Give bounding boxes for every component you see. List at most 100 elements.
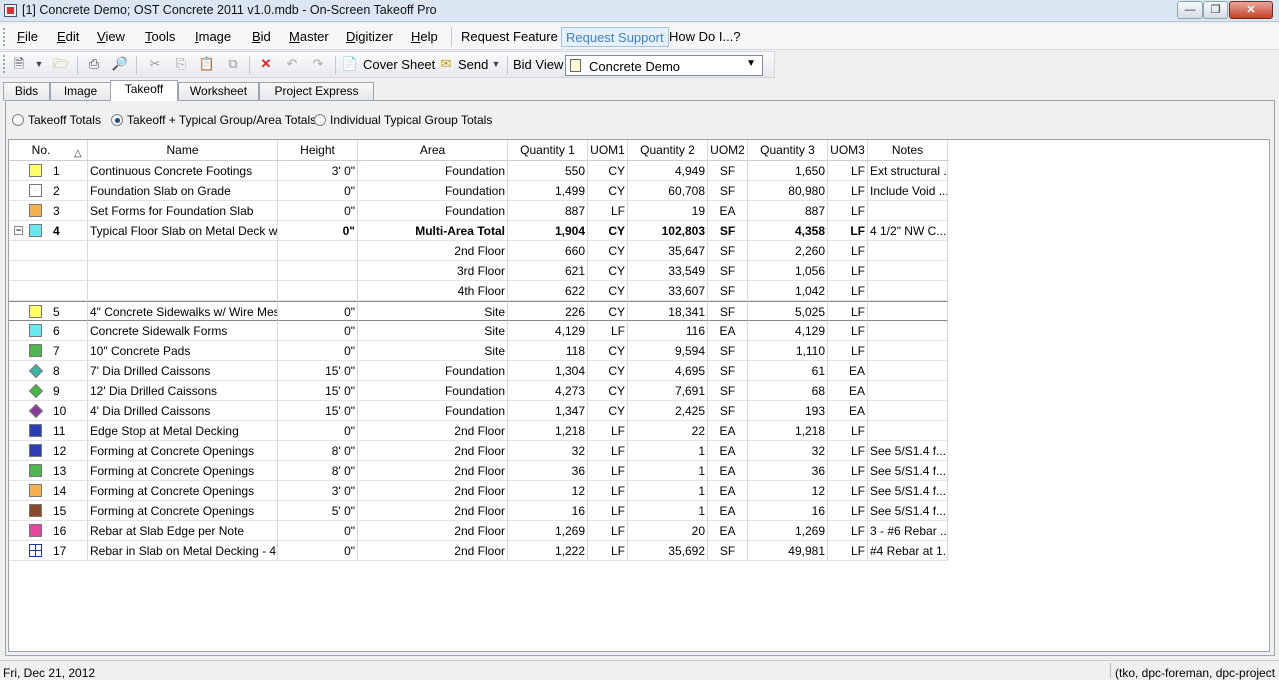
cell-height[interactable]: 0"	[278, 341, 358, 361]
cell-name[interactable]: Forming at Concrete Openings	[88, 461, 278, 481]
cell-area[interactable]: Foundation	[358, 201, 508, 221]
table-row[interactable]: 6 Concrete Sidewalk Forms 0" Site 4,129 LF 116…	[9, 321, 949, 341]
cell-q1[interactable]: 1,218	[508, 421, 588, 441]
cell-name[interactable]: Continuous Concrete Footings	[88, 161, 278, 181]
cell-u1[interactable]: CY	[588, 381, 628, 401]
menu-master[interactable]: Master	[289, 29, 329, 44]
cell-q3[interactable]: 5,025	[748, 301, 828, 321]
cell-u3[interactable]: LF	[828, 481, 868, 501]
cell-q3[interactable]: 12	[748, 481, 828, 501]
cell-q3[interactable]: 4,129	[748, 321, 828, 341]
menu-grip[interactable]	[3, 28, 6, 46]
cell-q2[interactable]: 1	[628, 441, 708, 461]
cell-name[interactable]	[88, 241, 278, 261]
cell-notes[interactable]: See 5/S1.4 f...	[868, 481, 948, 501]
cell-name[interactable]: Edge Stop at Metal Decking	[88, 421, 278, 441]
table-row[interactable]: 15 Forming at Concrete Openings 5' 0" 2nd F…	[9, 501, 949, 521]
cell-no[interactable]: 15	[9, 501, 88, 521]
cell-q2[interactable]: 116	[628, 321, 708, 341]
menu-bid[interactable]: Bid	[252, 29, 271, 44]
cell-no[interactable]: −4	[9, 221, 88, 241]
cell-u2[interactable]: SF	[708, 221, 748, 241]
cell-u1[interactable]: LF	[588, 541, 628, 561]
maximize-button[interactable]: ❐	[1203, 1, 1228, 19]
cell-q1[interactable]: 1,347	[508, 401, 588, 421]
cell-notes[interactable]: #4 Rebar at 1...	[868, 541, 948, 561]
table-row[interactable]: 11 Edge Stop at Metal Decking 0" 2nd Floor 1…	[9, 421, 949, 441]
cell-no[interactable]: 1	[9, 161, 88, 181]
cell-height[interactable]: 0"	[278, 181, 358, 201]
cell-u1[interactable]: LF	[588, 501, 628, 521]
cell-height[interactable]: 15' 0"	[278, 381, 358, 401]
cell-q1[interactable]: 32	[508, 441, 588, 461]
cell-u3[interactable]: LF	[828, 201, 868, 221]
cell-area[interactable]: Foundation	[358, 361, 508, 381]
cell-q2[interactable]: 19	[628, 201, 708, 221]
cell-q2[interactable]: 22	[628, 421, 708, 441]
cell-q3[interactable]: 1,650	[748, 161, 828, 181]
cell-no[interactable]: 9	[9, 381, 88, 401]
cell-u3[interactable]: EA	[828, 361, 868, 381]
cell-height[interactable]: 3' 0"	[278, 481, 358, 501]
cell-notes[interactable]: 3 - #6 Rebar ...	[868, 521, 948, 541]
cell-height[interactable]: 5' 0"	[278, 501, 358, 521]
cell-height[interactable]: 0"	[278, 321, 358, 341]
tab-bids[interactable]: Bids	[3, 82, 50, 101]
cell-u3[interactable]: LF	[828, 181, 868, 201]
cell-no[interactable]: 14	[9, 481, 88, 501]
cell-name[interactable]: 10" Concrete Pads	[88, 341, 278, 361]
close-button[interactable]: ✕	[1229, 1, 1273, 19]
cell-notes[interactable]: See 5/S1.4 f...	[868, 441, 948, 461]
cell-q2[interactable]: 4,949	[628, 161, 708, 181]
cell-area[interactable]: 2nd Floor	[358, 481, 508, 501]
cell-u2[interactable]: EA	[708, 441, 748, 461]
table-row[interactable]: −4 Typical Floor Slab on Metal Deck w/...…	[9, 221, 949, 241]
new-bid-icon[interactable]: 🗎	[10, 55, 28, 73]
tab-project-express[interactable]: Project Express	[259, 82, 374, 101]
cell-area[interactable]: Foundation	[358, 181, 508, 201]
cell-u1[interactable]: LF	[588, 321, 628, 341]
cell-u3[interactable]: LF	[828, 161, 868, 181]
cell-q1[interactable]: 622	[508, 281, 588, 301]
delete-icon[interactable]: ✕	[257, 55, 275, 73]
cell-q3[interactable]: 49,981	[748, 541, 828, 561]
cell-notes[interactable]	[868, 261, 948, 281]
table-row[interactable]: 10 4' Dia Drilled Caissons 15' 0" Foundatio…	[9, 401, 949, 421]
cell-notes[interactable]	[868, 381, 948, 401]
table-subrow[interactable]: 2nd Floor 660 CY 35,647 SF 2,260 LF	[9, 241, 949, 261]
cell-q3[interactable]: 193	[748, 401, 828, 421]
table-row[interactable]: 1 Continuous Concrete Footings 3' 0" Founda…	[9, 161, 949, 181]
cell-u3[interactable]: LF	[828, 421, 868, 441]
cell-area[interactable]: 2nd Floor	[358, 501, 508, 521]
cell-u3[interactable]: LF	[828, 261, 868, 281]
cell-height[interactable]: 8' 0"	[278, 461, 358, 481]
cell-no[interactable]: 17	[9, 541, 88, 561]
cell-u2[interactable]: SF	[708, 401, 748, 421]
cell-u3[interactable]: LF	[828, 501, 868, 521]
cell-name[interactable]	[88, 281, 278, 301]
cell-q2[interactable]: 1	[628, 461, 708, 481]
cell-area[interactable]: Site	[358, 301, 508, 321]
cell-u1[interactable]: CY	[588, 361, 628, 381]
cell-u1[interactable]: LF	[588, 421, 628, 441]
cell-u1[interactable]: LF	[588, 441, 628, 461]
col-notes[interactable]: Notes	[868, 140, 948, 160]
print-preview-icon[interactable]: 🔎	[111, 55, 129, 73]
cell-no[interactable]: 16	[9, 521, 88, 541]
cell-u1[interactable]: CY	[588, 221, 628, 241]
cell-u3[interactable]: LF	[828, 441, 868, 461]
cell-area[interactable]: Foundation	[358, 401, 508, 421]
cell-name[interactable]: Typical Floor Slab on Metal Deck w/...	[88, 221, 278, 241]
request-feature-link[interactable]: Request Feature	[457, 27, 562, 47]
cell-height[interactable]	[278, 241, 358, 261]
cell-height[interactable]: 0"	[278, 541, 358, 561]
cell-q1[interactable]: 36	[508, 461, 588, 481]
table-row[interactable]: 5 4" Concrete Sidewalks w/ Wire Mesh 0" Sit…	[9, 301, 949, 321]
cell-q2[interactable]: 18,341	[628, 301, 708, 321]
tab-worksheet[interactable]: Worksheet	[178, 82, 259, 101]
cell-name[interactable]	[88, 261, 278, 281]
cell-q1[interactable]: 1,904	[508, 221, 588, 241]
cell-q2[interactable]: 35,647	[628, 241, 708, 261]
table-subrow[interactable]: 3rd Floor 621 CY 33,549 SF 1,056 LF	[9, 261, 949, 281]
cell-q3[interactable]: 1,269	[748, 521, 828, 541]
